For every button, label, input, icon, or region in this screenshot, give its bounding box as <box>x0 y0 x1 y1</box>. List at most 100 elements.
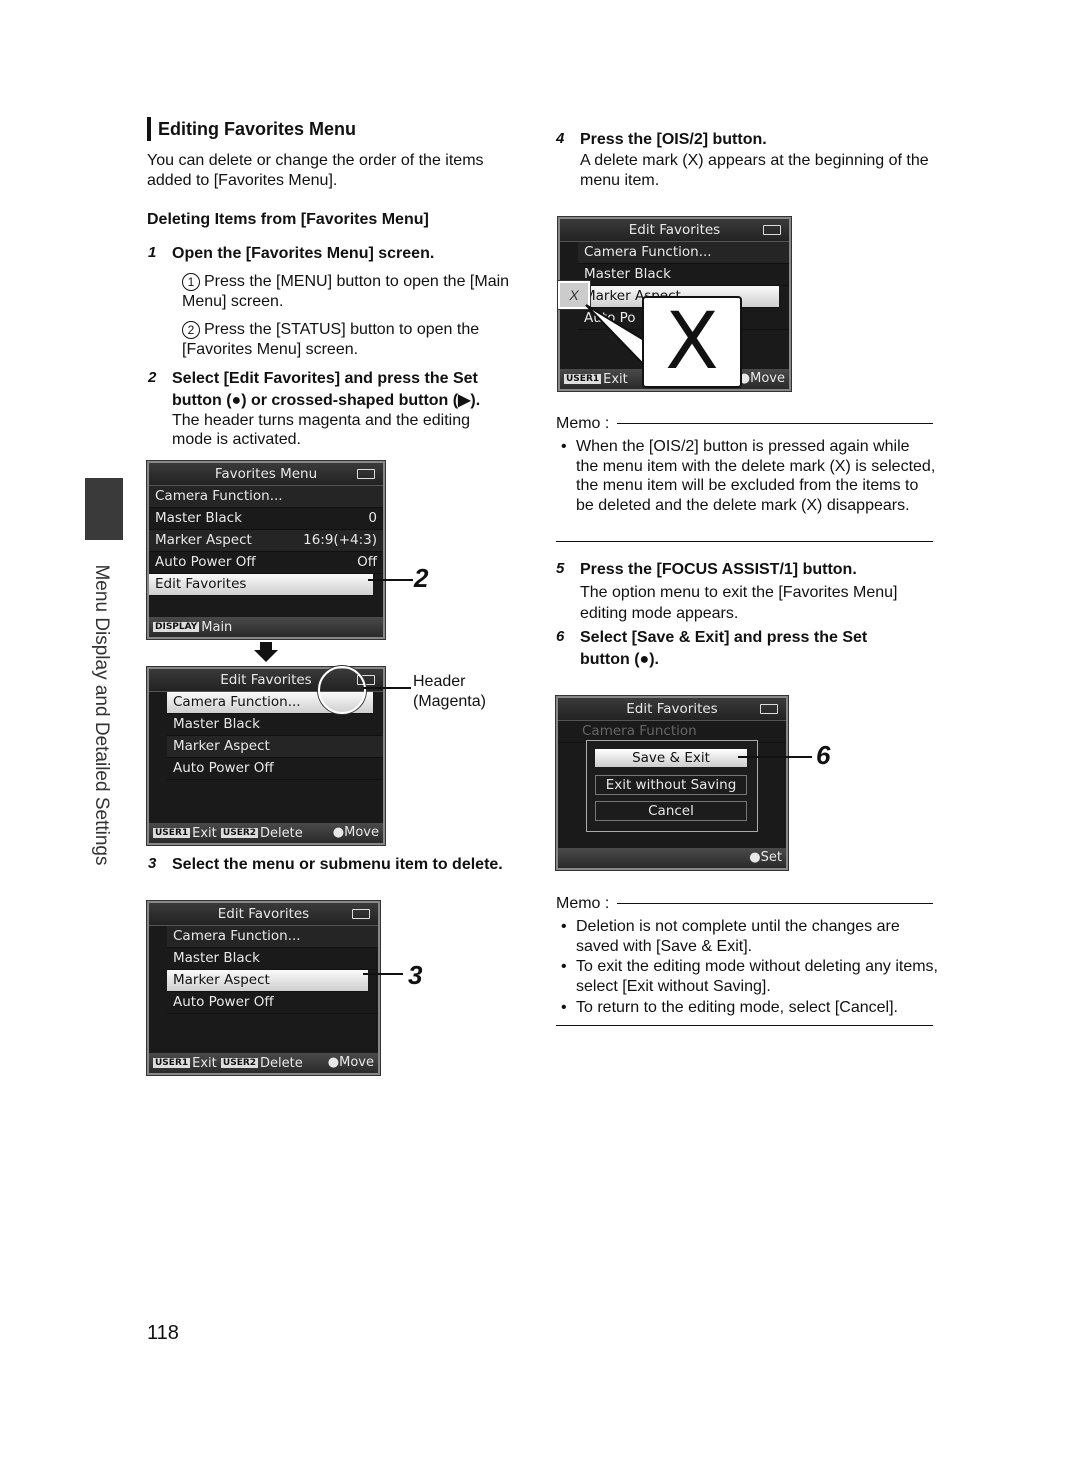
substep-mark: 1 <box>182 273 200 291</box>
callout-number: 2 <box>414 563 429 593</box>
user2-key: USER2 <box>220 1058 259 1068</box>
screen-footer: USER1 Exit USER2 Delete ●Move <box>149 823 383 843</box>
delete-mark-enlarged: X <box>642 296 742 388</box>
step-body: The header turns magenta and the editing… <box>172 412 470 448</box>
header-label-note: (Magenta) <box>413 693 486 710</box>
item-label: Marker Aspect <box>155 532 252 548</box>
item-value: 16:9(+4:3) <box>303 532 377 548</box>
step-title: button (●) or crossed-shaped button (▶). <box>172 392 481 409</box>
item-label: Marker Aspect <box>173 738 270 754</box>
dialog-option-cancel[interactable]: Cancel <box>595 801 747 821</box>
step-title: Select [Save & Exit] and press the Set <box>580 629 868 646</box>
page-number: 118 <box>147 1322 179 1344</box>
screen-footer: USER1 Exit USER2 Delete ●Move <box>149 1053 378 1073</box>
step-number: 2 <box>148 369 157 386</box>
item-label: Camera Function <box>582 723 697 739</box>
item-label: Master Black <box>173 950 260 966</box>
step-title: Select [Edit Favorites] and press the Se… <box>172 370 478 387</box>
item-label: Auto Power Off <box>155 554 256 570</box>
memo-rule <box>617 423 933 424</box>
memo-rule-bottom <box>556 1025 933 1026</box>
memo-item: When the [OIS/2] button is pressed again… <box>556 437 936 515</box>
footer-exit: Exit <box>192 826 217 841</box>
memo-rule <box>617 903 933 904</box>
side-tab-block <box>85 478 123 540</box>
memo-label: Memo : <box>556 415 610 432</box>
user2-key: USER2 <box>220 828 259 838</box>
menu-item: Marker Aspect <box>167 736 383 758</box>
menu-item: Master Black 0 <box>149 508 383 530</box>
battery-icon <box>760 704 778 714</box>
user1-key: USER1 <box>153 828 191 838</box>
item-label: Marker Aspect <box>173 972 270 988</box>
screen-title: Edit Favorites <box>220 672 312 688</box>
screen-title: Favorites Menu <box>214 466 318 482</box>
step-number: 5 <box>556 560 565 577</box>
screen-header: Edit Favorites <box>560 219 789 242</box>
menu-item-selected: Edit Favorites <box>149 574 373 596</box>
subsection-title: Deleting Items from [Favorites Menu] <box>147 211 429 228</box>
screen-title: Edit Favorites <box>217 906 310 922</box>
menu-item: Marker Aspect 16:9(+4:3) <box>149 530 383 552</box>
substep-text: Press the [MENU] button to open the [Mai… <box>182 273 510 310</box>
battery-icon <box>763 225 781 235</box>
substep-text: Press the [STATUS] button to open the [F… <box>182 321 480 358</box>
item-label: Camera Function... <box>155 488 283 504</box>
footer-exit: Exit <box>192 1056 217 1071</box>
footer-move: ●Move <box>738 371 785 386</box>
footer-set: ●Set <box>749 850 782 865</box>
item-label: Camera Function... <box>173 694 301 710</box>
item-value: 0 <box>368 510 377 526</box>
footer-move: ●Move <box>327 1055 374 1070</box>
battery-icon <box>357 469 375 479</box>
item-label: Auto Power Off <box>173 760 274 776</box>
screen-header: Edit Favorites <box>149 903 378 926</box>
down-arrow-stem <box>260 642 272 651</box>
user1-key: USER1 <box>153 1058 191 1068</box>
screen-title: Edit Favorites <box>626 701 718 717</box>
header-label: Header <box>413 673 466 690</box>
step-body: The option menu to exit the [Favorites M… <box>580 584 898 622</box>
down-arrow-icon <box>254 650 278 662</box>
screen-header: Edit Favorites <box>558 698 786 721</box>
memo-item: Deletion is not complete until the chang… <box>556 917 941 956</box>
exit-dialog: Save & Exit Exit without Saving Cancel <box>586 740 758 832</box>
memo-rule-bottom <box>556 541 933 542</box>
menu-item-selected: Marker Aspect <box>167 970 368 992</box>
item-label: Camera Function... <box>584 244 712 260</box>
menu-item: Camera Function... <box>578 242 789 264</box>
substep: 1 Press the [MENU] button to open the [Ma… <box>182 272 527 312</box>
footer-delete: Delete <box>260 1056 303 1071</box>
callout-line <box>368 579 413 581</box>
dialog-option-exit-without-saving[interactable]: Exit without Saving <box>595 775 747 795</box>
footer-exit: Exit <box>603 372 628 387</box>
screen-footer: DISPLAY Main <box>149 617 383 637</box>
callout-number: 3 <box>408 960 423 990</box>
item-label: Master Black <box>155 510 242 526</box>
display-key: DISPLAY <box>153 622 200 632</box>
item-label: Edit Favorites <box>155 576 247 592</box>
step-number: 4 <box>556 130 565 147</box>
screen-title: Edit Favorites <box>628 222 721 238</box>
memo-item: To exit the editing mode without deletin… <box>556 957 941 996</box>
item-label: Master Black <box>584 266 671 282</box>
menu-item: Master Black <box>167 948 378 970</box>
footer-delete: Delete <box>260 826 303 841</box>
step-title: Press the [FOCUS ASSIST/1] button. <box>580 561 857 578</box>
memo-item: To return to the editing mode, select [C… <box>556 998 951 1018</box>
memo-label: Memo : <box>556 895 610 912</box>
item-label: Master Black <box>173 716 260 732</box>
footer-label: Main <box>201 620 233 635</box>
step-title: button (●). <box>580 651 659 668</box>
footer-move: ●Move <box>332 825 379 840</box>
callout-line <box>363 687 411 689</box>
step-title: Open the [Favorites Menu] screen. <box>172 245 435 262</box>
step-number: 1 <box>148 244 157 261</box>
edit-favorites-select-screen: Edit Favorites Camera Function... Master… <box>147 901 380 1075</box>
screen-footer: ●Set <box>558 848 786 868</box>
menu-item: Auto Power Off Off <box>149 552 383 574</box>
manual-page: Menu Display and Detailed Settings Editi… <box>0 0 1080 1460</box>
step-number: 6 <box>556 628 565 645</box>
menu-item: Auto Power Off <box>167 992 378 1014</box>
dialog-option-save-exit[interactable]: Save & Exit <box>595 749 747 767</box>
